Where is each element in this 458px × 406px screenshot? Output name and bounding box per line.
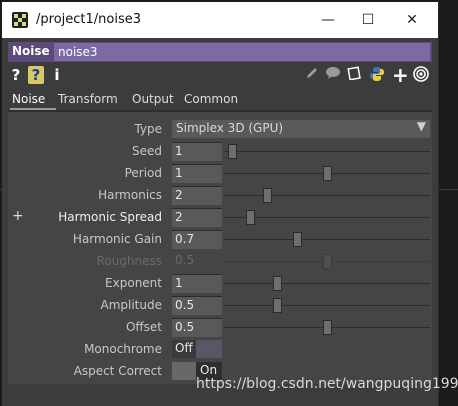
title-bar[interactable]: /project1/noise3 — ☐ ✕ [2, 2, 438, 38]
seed-field[interactable]: 1 [172, 142, 222, 161]
expand-plus-icon[interactable]: + [12, 208, 24, 224]
python-help-icon[interactable]: ? [28, 66, 44, 84]
type-label: Type [134, 122, 162, 136]
seed-value: 1 [175, 144, 183, 158]
exponent-slider-track[interactable] [224, 283, 430, 284]
offset-label: Offset [125, 320, 162, 334]
toolbar: ? ? i + [8, 64, 432, 86]
noise-op-icon [12, 12, 28, 28]
monochrome-label: Monochrome [84, 342, 162, 356]
close-button[interactable]: ✕ [392, 6, 432, 34]
python-icon[interactable] [368, 66, 386, 84]
exponent-field[interactable]: 1 [172, 274, 222, 293]
tab-output[interactable]: Output [132, 92, 174, 106]
harmonic-gain-value: 0.7 [175, 232, 195, 246]
harmonics-slider-track[interactable] [224, 195, 430, 196]
roughness-label: Roughness [96, 254, 162, 268]
tab-noise[interactable]: Noise [12, 92, 45, 106]
offset-field[interactable]: 0.5 [172, 318, 222, 337]
period-field[interactable]: 1 [172, 164, 222, 183]
clipboard-icon[interactable] [346, 66, 362, 84]
period-value: 1 [175, 166, 183, 180]
chevron-down-icon: ▼ [416, 119, 426, 133]
aspect-correct-label: Aspect Correct [73, 364, 162, 378]
aspect-correct-value: On [200, 363, 218, 377]
add-icon[interactable]: + [392, 65, 409, 85]
harmonic-spread-label: Harmonic Spread [58, 210, 162, 224]
operator-name: noise3 [58, 45, 98, 59]
exponent-value: 1 [175, 276, 183, 290]
parameter-tabs: Noise Transform Output Common [8, 90, 432, 110]
harmonic-gain-slider-thumb[interactable] [292, 232, 302, 247]
window-title: /project1/noise3 [36, 12, 141, 27]
harmonic-gain-field[interactable]: 0.7 [172, 230, 222, 249]
seed-slider-thumb[interactable] [227, 144, 237, 159]
harmonics-label: Harmonics [98, 188, 162, 202]
comment-icon[interactable] [324, 66, 342, 84]
amplitude-slider-track[interactable] [224, 305, 430, 306]
edit-pencil-icon[interactable] [304, 66, 320, 84]
harmonics-slider-thumb[interactable] [263, 188, 273, 203]
harmonics-value: 2 [175, 188, 183, 202]
parameter-panel: Type Simplex 3D (GPU) ▼ Seed 1 Period 1 … [8, 112, 432, 384]
info-icon[interactable]: i [52, 66, 62, 84]
background-divider [438, 0, 439, 406]
amplitude-value: 0.5 [175, 298, 195, 312]
operator-name-field[interactable]: noise3 [54, 43, 430, 61]
maximize-button[interactable]: ☐ [348, 6, 388, 34]
monochrome-value: Off [175, 341, 193, 355]
type-value: Simplex 3D (GPU) [176, 121, 284, 135]
tab-common[interactable]: Common [184, 92, 238, 106]
type-dropdown[interactable]: Simplex 3D (GPU) ▼ [172, 119, 430, 138]
amplitude-label: Amplitude [100, 298, 163, 312]
parameter-window: /project1/noise3 — ☐ ✕ Noise noise3 ? ? … [2, 2, 438, 406]
harmonic-spread-slider-track[interactable] [224, 217, 430, 218]
tab-transform[interactable]: Transform [58, 92, 118, 106]
exponent-slider-thumb[interactable] [273, 276, 283, 291]
harmonic-spread-slider-thumb[interactable] [245, 210, 255, 225]
harmonic-spread-value: 2 [175, 210, 183, 224]
roughness-value: 0.5 [175, 253, 195, 267]
seed-label: Seed [132, 144, 162, 158]
harmonic-gain-label: Harmonic Gain [72, 232, 162, 246]
help-icon[interactable]: ? [10, 66, 22, 84]
period-slider-thumb[interactable] [322, 166, 332, 181]
harmonics-field[interactable]: 2 [172, 186, 222, 205]
roughness-field: 0.5 [172, 252, 222, 270]
amplitude-field[interactable]: 0.5 [172, 296, 222, 315]
minimize-button[interactable]: — [308, 6, 348, 34]
operator-header: Noise noise3 [8, 42, 432, 62]
exponent-label: Exponent [105, 276, 162, 290]
harmonic-gain-slider-track[interactable] [224, 239, 430, 240]
harmonic-spread-field[interactable]: 2 [172, 208, 222, 227]
monochrome-toggle[interactable]: Off [172, 340, 222, 358]
operator-type-label: Noise [12, 44, 50, 58]
offset-slider-thumb[interactable] [322, 320, 332, 335]
watermark-url: https://blog.csdn.net/wangpuqing1997 [196, 376, 458, 392]
offset-value: 0.5 [175, 320, 195, 334]
amplitude-slider-thumb[interactable] [273, 298, 283, 313]
period-label: Period [124, 166, 162, 180]
seed-slider-track[interactable] [224, 151, 430, 152]
target-icon[interactable] [412, 66, 430, 84]
roughness-slider-thumb [322, 254, 332, 269]
